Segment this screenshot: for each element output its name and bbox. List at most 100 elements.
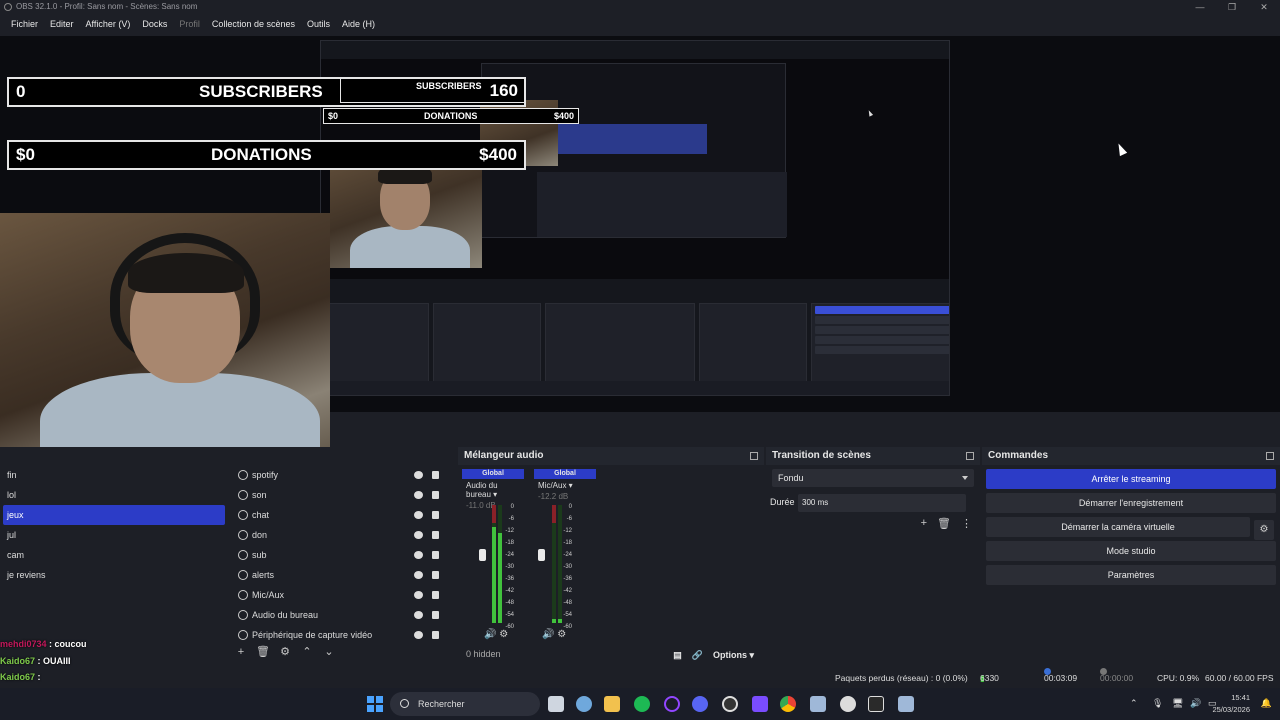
mixer-layout-icon[interactable]: ▤	[673, 650, 682, 661]
scene-item[interactable]: fin	[0, 465, 228, 485]
lock-icon[interactable]	[432, 551, 439, 559]
channel-gear-icon[interactable]: ⚙	[499, 629, 508, 640]
channel-gear-icon[interactable]: ⚙	[557, 629, 566, 640]
lock-icon[interactable]	[432, 631, 439, 639]
source-item[interactable]: Mic/Aux	[230, 585, 454, 605]
maximize-icon[interactable]: ❐	[1216, 0, 1248, 14]
menu-afficher[interactable]: Afficher (V)	[80, 15, 137, 33]
source-item[interactable]: Audio du bureau	[230, 605, 454, 625]
menu-aide[interactable]: Aide (H)	[336, 15, 381, 33]
source-item[interactable]: sub	[230, 545, 454, 565]
app-icon[interactable]	[664, 696, 680, 712]
scene-item[interactable]: je reviens	[0, 565, 228, 585]
stop-streaming-button[interactable]: Arrêter le streaming	[986, 469, 1276, 489]
menu-outils[interactable]: Outils	[301, 15, 336, 33]
start-virtual-camera-button[interactable]: Démarrer la caméra virtuelle	[986, 517, 1250, 537]
epic-games-icon[interactable]	[868, 696, 884, 712]
donations-count: $0	[328, 111, 339, 121]
scene-item[interactable]: cam	[0, 545, 228, 565]
lock-icon[interactable]	[432, 591, 439, 599]
remove-transition-icon[interactable]: 🗑	[937, 517, 951, 530]
add-transition-icon[interactable]: +	[921, 517, 927, 530]
scene-item[interactable]: jeux	[3, 505, 225, 525]
subscribers-goal: 160	[489, 81, 518, 100]
undock-icon[interactable]	[750, 452, 758, 460]
eye-icon[interactable]	[414, 631, 423, 639]
lock-icon[interactable]	[432, 471, 439, 479]
undock-icon[interactable]	[1266, 452, 1274, 460]
eye-icon[interactable]	[414, 551, 423, 559]
speaker-icon[interactable]: 🔊	[484, 629, 496, 640]
network-tray-icon[interactable]: 🖥	[1172, 698, 1183, 709]
start-recording-button[interactable]: Démarrer l'enregistrement	[986, 493, 1276, 513]
eye-icon[interactable]	[414, 591, 423, 599]
lock-icon[interactable]	[432, 571, 439, 579]
chrome-icon[interactable]	[780, 696, 796, 712]
discord-icon[interactable]	[692, 696, 708, 712]
obs-icon[interactable]	[722, 696, 738, 712]
close-icon[interactable]: ✕	[1248, 0, 1280, 14]
spotify-icon[interactable]	[634, 696, 650, 712]
file-explorer-icon[interactable]	[604, 696, 620, 712]
donations-count-large: $0	[16, 145, 35, 164]
more-icon[interactable]: ⋮	[961, 517, 972, 530]
mic-tray-icon[interactable]: 🎙	[1152, 698, 1163, 709]
source-item[interactable]: son	[230, 485, 454, 505]
lock-icon[interactable]	[432, 491, 439, 499]
volume-slider[interactable]	[479, 549, 486, 561]
tray-chevron-icon[interactable]: ⌃	[1130, 698, 1138, 709]
lock-icon[interactable]	[432, 511, 439, 519]
source-list: spotify son chat don sub alerts Mic/Aux Audio d…	[230, 465, 454, 645]
menu-profil[interactable]: Profil	[173, 15, 206, 33]
virtual-camera-gear-icon[interactable]: ⚙	[1254, 520, 1274, 540]
lock-icon[interactable]	[432, 611, 439, 619]
eye-icon[interactable]	[414, 491, 423, 499]
steam-icon[interactable]	[810, 696, 826, 712]
duration-input[interactable]: 300 ms	[798, 494, 966, 512]
volume-tray-icon[interactable]: 🔊	[1190, 698, 1201, 709]
duration-label: Durée	[770, 497, 795, 507]
windows-start-icon[interactable]	[367, 696, 383, 712]
db-scale: 0 -6 -12 -18 -24 -30 -36 -42 -48 -54 -60	[562, 501, 572, 633]
eye-icon[interactable]	[414, 571, 423, 579]
subscribers-counter-small: SUBSCRIBERS 160	[340, 78, 525, 103]
undock-icon[interactable]	[966, 452, 974, 460]
taskbar-clock[interactable]: 15:41 25/03/2026	[1212, 692, 1250, 716]
menu-collection[interactable]: Collection de scènes	[206, 15, 301, 33]
transition-select[interactable]: Fondu	[772, 469, 974, 487]
menu-fichier[interactable]: Fichier	[5, 15, 44, 33]
settings-button[interactable]: Paramètres	[986, 565, 1276, 585]
grid-app-icon[interactable]	[752, 696, 768, 712]
nested-taskbar	[321, 381, 949, 395]
speaker-icon[interactable]: 🔊	[542, 629, 554, 640]
channel-db: -12.2 dB	[538, 492, 569, 501]
taskbar-search[interactable]: Rechercher	[390, 692, 540, 716]
app2-icon[interactable]	[840, 696, 856, 712]
mixer-link-icon[interactable]: 🔗	[692, 650, 703, 661]
menu-editer[interactable]: Editer	[44, 15, 80, 33]
source-item[interactable]: don	[230, 525, 454, 545]
scene-item[interactable]: lol	[0, 485, 228, 505]
source-item[interactable]: alerts	[230, 565, 454, 585]
source-item[interactable]: chat	[230, 505, 454, 525]
eye-icon[interactable]	[414, 511, 423, 519]
volume-slider[interactable]	[538, 549, 545, 561]
menu-docks[interactable]: Docks	[136, 15, 173, 33]
scene-item[interactable]: jul	[0, 525, 228, 545]
source-name: alerts	[252, 570, 275, 580]
steam2-icon[interactable]	[898, 696, 914, 712]
channel-name[interactable]: Audio du bureau ▾	[462, 479, 524, 501]
channel-name[interactable]: Mic/Aux ▾	[534, 479, 596, 492]
minimize-icon[interactable]: —	[1184, 0, 1216, 14]
task-view-icon[interactable]	[548, 696, 564, 712]
notification-icon[interactable]: 🔔	[1261, 698, 1272, 709]
settings-app-icon[interactable]	[576, 696, 592, 712]
hidden-count: 0 hidden	[466, 649, 501, 659]
eye-icon[interactable]	[414, 611, 423, 619]
mixer-options-button[interactable]: Options ▾	[713, 650, 754, 661]
eye-icon[interactable]	[414, 471, 423, 479]
lock-icon[interactable]	[432, 531, 439, 539]
studio-mode-button[interactable]: Mode studio	[986, 541, 1276, 561]
source-item[interactable]: spotify	[230, 465, 454, 485]
eye-icon[interactable]	[414, 531, 423, 539]
